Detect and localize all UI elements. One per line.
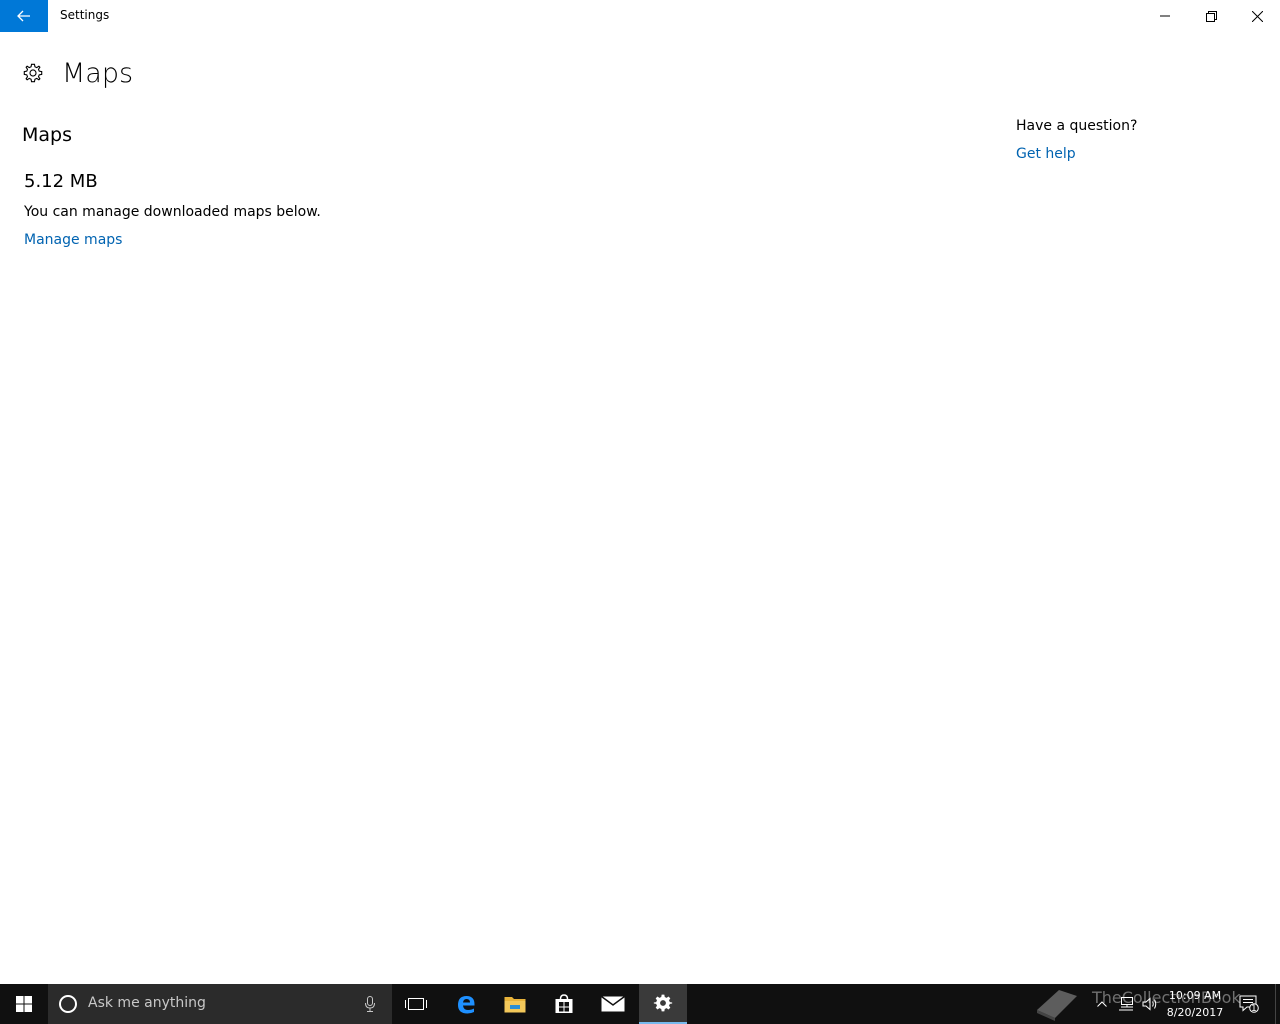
page-header: Maps xyxy=(22,56,133,90)
cortana-circle-icon xyxy=(59,995,77,1013)
store-icon xyxy=(555,994,573,1013)
book-watermark-icon xyxy=(1030,984,1082,1024)
minimize-button[interactable] xyxy=(1142,0,1188,32)
clock-date: 8/20/2017 xyxy=(1166,1006,1224,1019)
get-help-link[interactable]: Get help xyxy=(1016,146,1076,162)
volume-button[interactable] xyxy=(1138,984,1162,1024)
settings-taskbar-button[interactable] xyxy=(639,984,687,1024)
network-icon xyxy=(1119,997,1133,1011)
help-question: Have a question? xyxy=(1016,118,1138,134)
close-button[interactable] xyxy=(1234,0,1280,32)
storage-size: 5.12 MB xyxy=(24,171,98,192)
gear-icon xyxy=(653,994,673,1012)
gear-icon xyxy=(23,63,43,83)
network-button[interactable] xyxy=(1114,984,1138,1024)
clock[interactable]: 10:09 AM 8/20/2017 xyxy=(1160,987,1230,1021)
back-button[interactable] xyxy=(0,0,48,32)
edge-icon xyxy=(458,996,475,1014)
restore-icon xyxy=(1205,10,1217,22)
speaker-icon xyxy=(1142,997,1157,1011)
restore-button[interactable] xyxy=(1188,0,1234,32)
notification-count: 1 xyxy=(1251,1004,1257,1014)
search-box[interactable]: Ask me anything xyxy=(48,984,392,1024)
taskbar: Ask me anything TheCollectionBook 10:09 … xyxy=(0,984,1280,1024)
file-explorer-button[interactable] xyxy=(491,984,539,1024)
mail-button[interactable] xyxy=(589,984,637,1024)
edge-taskbar-button[interactable] xyxy=(442,984,490,1024)
windows-logo-icon xyxy=(16,996,32,1012)
title-bar: Settings xyxy=(0,0,1280,32)
minimize-icon xyxy=(1160,15,1170,17)
book-icon xyxy=(1037,990,1077,1021)
show-desktop-button[interactable] xyxy=(1275,984,1280,1024)
search-placeholder: Ask me anything xyxy=(88,995,206,1011)
clock-time: 10:09 AM xyxy=(1168,989,1222,1002)
action-center-button[interactable]: 1 xyxy=(1234,984,1264,1024)
folder-icon xyxy=(504,997,526,1013)
section-title: Maps xyxy=(22,124,72,146)
arrow-left-icon xyxy=(17,10,30,22)
mail-icon xyxy=(601,996,625,1012)
store-button[interactable] xyxy=(540,984,588,1024)
page-title: Maps xyxy=(62,57,134,89)
start-button[interactable] xyxy=(0,984,48,1024)
chevron-up-icon xyxy=(1097,1001,1107,1007)
microphone-icon[interactable] xyxy=(365,996,375,1012)
task-view-button[interactable] xyxy=(392,984,440,1024)
show-hidden-icons-button[interactable] xyxy=(1090,984,1114,1024)
window-title: Settings xyxy=(60,8,110,22)
manage-maps-link[interactable]: Manage maps xyxy=(24,232,122,248)
description-text: You can manage downloaded maps below. xyxy=(24,204,321,220)
task-view-icon xyxy=(405,998,427,1010)
close-icon xyxy=(1251,10,1263,22)
